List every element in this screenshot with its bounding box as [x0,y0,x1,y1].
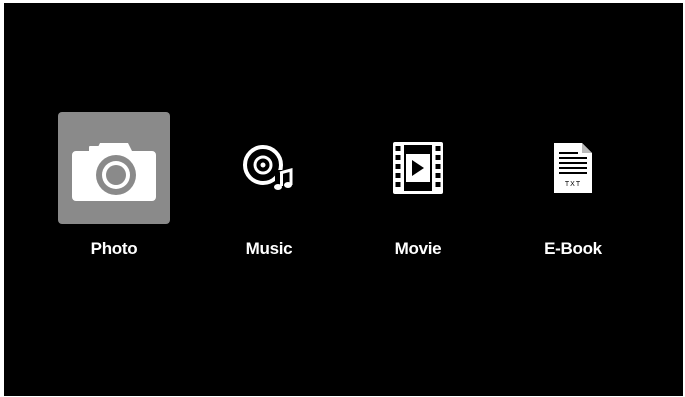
menu-item-movie[interactable] [362,112,474,224]
menu-item-photo[interactable] [58,112,170,224]
menu-label-photo[interactable]: Photo [44,239,184,259]
camera-icon [72,143,156,201]
menu-label-music[interactable]: Music [199,239,339,259]
film-play-icon [393,142,443,194]
menu-item-music[interactable] [213,112,325,224]
media-menu-screen: Photo Music Movie TXT E-Book [4,3,683,396]
txt-document-icon: TXT [554,143,592,193]
menu-item-ebook[interactable]: TXT [517,112,629,224]
menu-label-movie[interactable]: Movie [348,239,488,259]
music-disc-icon [243,145,293,192]
txt-label: TXT [565,181,581,188]
menu-label-ebook[interactable]: E-Book [503,239,643,259]
